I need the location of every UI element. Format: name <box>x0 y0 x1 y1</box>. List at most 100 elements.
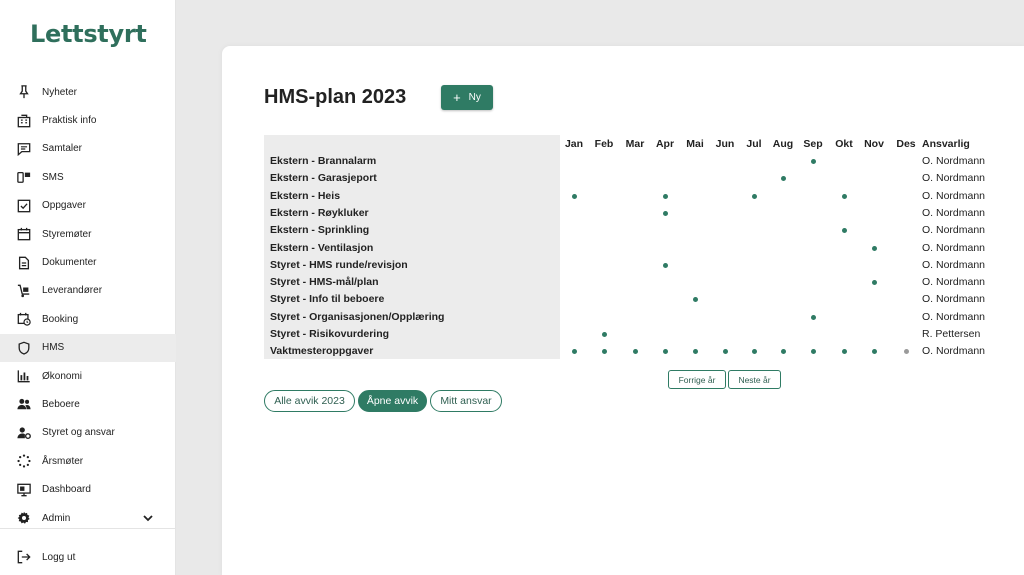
task-label[interactable]: Ekstern - Garasjeport <box>270 172 377 184</box>
sidebar-item-label: Styremøter <box>42 228 92 240</box>
new-button-label: Ny <box>468 92 481 103</box>
month-header: Feb <box>594 138 614 150</box>
filter-all-deviations[interactable]: Alle avvik 2023 <box>264 390 355 412</box>
sidebar-item-praktisk-info[interactable]: Praktisk info <box>0 106 176 134</box>
sidebar-nav: Nyheter Praktisk info Samtaler SMS Oppga… <box>0 78 176 532</box>
scheduled-dot[interactable] <box>662 210 668 216</box>
sidebar-item-sms[interactable]: SMS <box>0 163 176 191</box>
scheduled-dot[interactable] <box>780 176 786 182</box>
task-label[interactable]: Ekstern - Sprinkling <box>270 224 369 236</box>
scheduled-dot[interactable] <box>751 349 757 355</box>
month-header: Aug <box>772 138 794 150</box>
task-label[interactable]: Styret - HMS-mål/plan <box>270 276 379 288</box>
prev-year-button[interactable]: Forrige år <box>668 370 726 389</box>
scheduled-dot[interactable] <box>662 349 668 355</box>
responsible-cell: O. Nordmann <box>922 172 986 185</box>
scheduled-dot[interactable] <box>810 314 816 320</box>
sidebar-item-label: Samtaler <box>42 143 83 155</box>
scheduled-dot[interactable] <box>662 262 668 268</box>
scheduled-dot[interactable] <box>601 332 607 337</box>
monitor-icon <box>16 482 32 498</box>
sidebar-item-label: Beboere <box>42 398 80 410</box>
prev-year-label: Forrige år <box>678 374 716 385</box>
sidebar-item-styret-og-ansvar[interactable]: Styret og ansvar <box>0 419 176 447</box>
app-logo[interactable]: Lettstyrt <box>30 20 147 48</box>
month-header: Des <box>896 138 916 150</box>
month-header: Jul <box>746 138 762 150</box>
sidebar-item-hms[interactable]: HMS <box>0 333 176 362</box>
scheduled-dot[interactable] <box>571 349 577 355</box>
task-label[interactable]: Ekstern - Røykluker <box>270 207 369 219</box>
filter-my-responsibility[interactable]: Mitt ansvar <box>430 390 502 412</box>
dotted-circle-icon <box>16 453 32 469</box>
logo-text: Lettstyrt <box>30 20 147 48</box>
scheduled-dot[interactable] <box>903 349 909 355</box>
sidebar-item-beboere[interactable]: Beboere <box>0 390 176 418</box>
dolly-icon <box>16 283 32 299</box>
scheduled-dot[interactable] <box>841 349 847 355</box>
sidebar-item-samtaler[interactable]: Samtaler <box>0 135 176 163</box>
scheduled-dot[interactable] <box>871 245 877 251</box>
task-label[interactable]: Ekstern - Heis <box>270 190 340 202</box>
sidebar-item-nyheter[interactable]: Nyheter <box>0 78 176 106</box>
task-label[interactable]: Styret - Info til beboere <box>270 293 384 305</box>
scheduled-dot[interactable] <box>810 159 816 164</box>
chevron-down-icon[interactable] <box>142 512 154 524</box>
logout-label: Logg ut <box>42 551 76 563</box>
scheduled-dot[interactable] <box>692 297 698 303</box>
checkbox-icon <box>16 198 32 214</box>
logout-button[interactable]: Logg ut <box>0 543 176 571</box>
scheduled-dot[interactable] <box>841 193 847 199</box>
filter-label: Åpne avvik <box>366 395 419 407</box>
scheduled-dot[interactable] <box>751 193 757 199</box>
next-year-button[interactable]: Neste år <box>728 370 781 389</box>
scheduled-dot[interactable] <box>871 349 877 355</box>
responsible-cell: O. Nordmann <box>922 293 986 306</box>
month-header: Nov <box>864 138 884 150</box>
scheduled-dot[interactable] <box>810 349 816 355</box>
sidebar-item-label: Booking <box>42 313 79 325</box>
calendar-clock-icon <box>16 311 32 327</box>
main-card: HMS-plan 2023 + Ny Ansvarlig Jan Feb Mar Ap… <box>222 46 1024 575</box>
sidebar-item-booking[interactable]: Booking <box>0 305 176 333</box>
sidebar-item-oppgaver[interactable]: Oppgaver <box>0 192 176 220</box>
task-label[interactable]: Ekstern - Brannalarm <box>270 155 376 167</box>
document-icon <box>16 255 32 271</box>
responsible-cell: O. Nordmann <box>922 206 986 219</box>
scheduled-dot[interactable] <box>601 349 607 355</box>
sidebar-item-styremoter[interactable]: Styremøter <box>0 220 176 248</box>
scheduled-dot[interactable] <box>632 349 638 355</box>
scheduled-dot[interactable] <box>871 280 877 286</box>
pin-icon <box>16 84 32 100</box>
task-label[interactable]: Styret - Organisasjonen/Opplæring <box>270 311 444 323</box>
divider <box>0 528 176 529</box>
sidebar-item-label: Praktisk info <box>42 115 97 127</box>
plus-icon: + <box>453 89 461 105</box>
sidebar-item-label: Dashboard <box>42 484 91 496</box>
task-label[interactable]: Styret - HMS runde/revisjon <box>270 259 408 271</box>
task-label[interactable]: Ekstern - Ventilasjon <box>270 242 373 254</box>
responsible-cell: O. Nordmann <box>922 224 986 237</box>
scheduled-dot[interactable] <box>722 349 728 355</box>
task-label[interactable]: Styret - Risikovurdering <box>270 328 389 340</box>
scheduled-dot[interactable] <box>780 349 786 355</box>
responsible-cell: O. Nordmann <box>922 241 986 254</box>
sidebar-item-okonomi[interactable]: Økonomi <box>0 362 176 390</box>
scheduled-dot[interactable] <box>841 228 847 234</box>
filter-open-deviations[interactable]: Åpne avvik <box>358 390 427 412</box>
sidebar-item-dokumenter[interactable]: Dokumenter <box>0 248 176 276</box>
sidebar: Lettstyrt Nyheter Praktisk info Samtaler… <box>0 0 176 575</box>
month-header: Jun <box>715 138 735 150</box>
month-header: Sep <box>803 138 823 150</box>
scheduled-dot[interactable] <box>571 193 577 199</box>
scheduled-dot[interactable] <box>662 193 668 199</box>
task-label[interactable]: Vaktmesteroppgaver <box>270 345 373 357</box>
sidebar-item-leverandorer[interactable]: Leverandører <box>0 277 176 305</box>
filter-label: Mitt ansvar <box>440 395 492 407</box>
sidebar-item-arsmoter[interactable]: Årsmøter <box>0 447 176 475</box>
sidebar-item-label: Nyheter <box>42 86 78 98</box>
scheduled-dot[interactable] <box>692 349 698 355</box>
sidebar-item-dashboard[interactable]: Dashboard <box>0 475 176 503</box>
sidebar-item-label: Oppgaver <box>42 200 86 212</box>
new-button[interactable]: + Ny <box>441 85 493 110</box>
